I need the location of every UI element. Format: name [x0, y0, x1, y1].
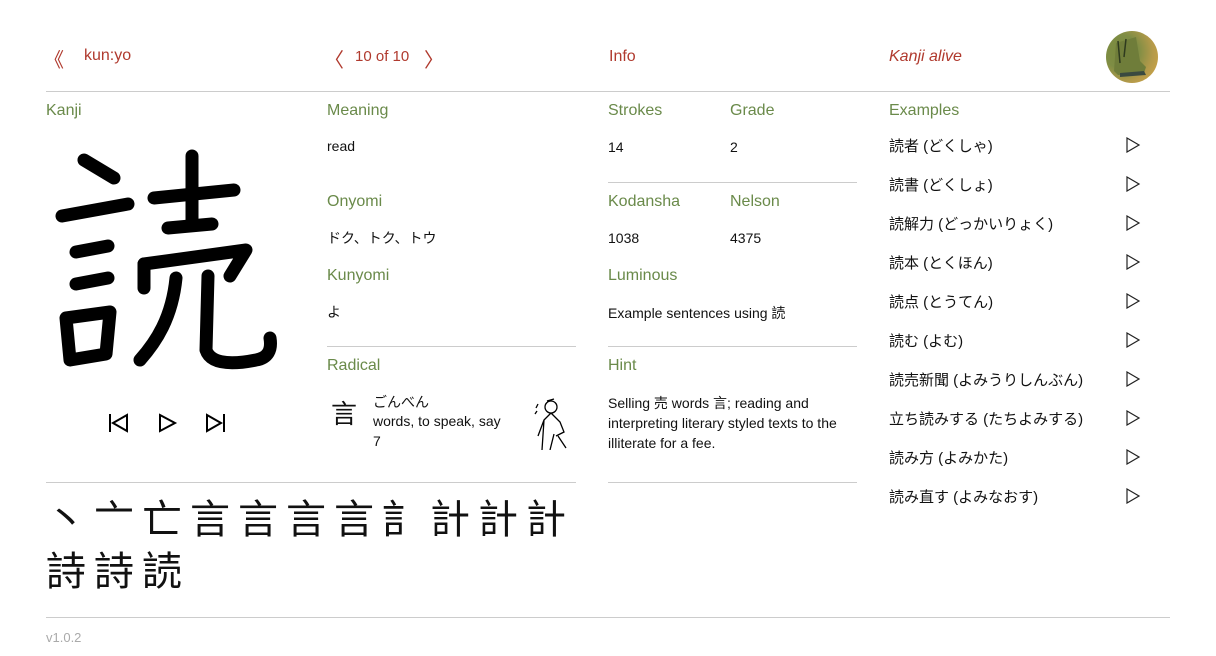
radical-label: Radical: [327, 357, 381, 374]
pager: 10 of 10: [355, 48, 410, 65]
example-text: 読本 (とくほん): [889, 255, 993, 272]
kodansha-label: Kodansha: [608, 193, 681, 210]
play-audio-icon[interactable]: [1125, 137, 1141, 153]
example-text: 読む (よむ): [889, 333, 964, 350]
luminous-link[interactable]: Example sentences using 読: [608, 303, 785, 323]
double-chevron-left-icon: 《: [44, 50, 64, 72]
back-button[interactable]: 《: [44, 44, 64, 73]
kodansha-value: 1038: [608, 230, 640, 246]
play-audio-icon[interactable]: [1125, 254, 1141, 270]
kanji-strokes: [55, 149, 277, 370]
nelson-value: 4375: [730, 230, 762, 246]
radical-mnemonic-figure: [534, 398, 567, 451]
stroke-frame: 読: [142, 549, 190, 595]
kanji-animation: [50, 128, 300, 378]
stroke-frame: 亡: [142, 497, 190, 543]
hint-label: Hint: [608, 357, 637, 374]
example-text: 読点 (とうてん): [889, 294, 994, 311]
stroke-frame: 詩: [94, 549, 142, 595]
prev-button[interactable]: 〈: [324, 44, 344, 73]
footer-divider: [46, 617, 1170, 618]
example-item: 読み直す (よみなおす): [889, 486, 1149, 510]
play-audio-icon[interactable]: [1125, 293, 1141, 309]
example-text: 読売新聞 (よみうりしんぶん): [889, 372, 1084, 389]
onyomi-label: Onyomi: [327, 193, 383, 210]
avatar[interactable]: [1106, 31, 1158, 83]
header-divider: [46, 91, 1170, 92]
example-item: 読書 (どくしょ): [889, 174, 1149, 198]
reading-label: kun:yo: [84, 47, 132, 64]
kunyomi-value: よ: [327, 304, 341, 320]
info-tab[interactable]: Info: [609, 48, 636, 66]
stroke-frame: 計: [478, 497, 526, 543]
stroke-frame: 計: [430, 497, 478, 543]
kunyomi-label: Kunyomi: [327, 267, 390, 284]
strokes-label: Strokes: [608, 102, 663, 119]
play-audio-icon[interactable]: [1125, 488, 1141, 504]
grade-label: Grade: [730, 102, 775, 119]
radical-divider: [327, 346, 576, 347]
play-audio-icon[interactable]: [1125, 332, 1141, 348]
kanji-label: Kanji: [46, 102, 82, 119]
play-audio-icon[interactable]: [1125, 449, 1141, 465]
example-text: 読み直す (よみなおす): [889, 489, 1039, 506]
play-audio-icon[interactable]: [1125, 371, 1141, 387]
radical-image: [530, 396, 570, 451]
example-item: 読む (よむ): [889, 330, 1149, 354]
play-audio-icon[interactable]: [1125, 215, 1141, 231]
example-text: 読書 (どくしょ): [889, 177, 993, 194]
example-item: 読売新聞 (よみうりしんぶん): [889, 369, 1149, 393]
example-text: 立ち読みする (たちよみする): [889, 411, 1084, 428]
onyomi-value: ドク、トク、トウ: [327, 230, 437, 246]
examples-label: Examples: [889, 102, 960, 119]
stroke-frame: 言: [190, 497, 238, 543]
meaning-label: Meaning: [327, 102, 389, 119]
example-text: 読者 (どくしゃ): [889, 138, 993, 155]
radical-character: 言: [331, 399, 358, 429]
stroke-order-sequence: 丶亠亡言言言言訁計計計詩詩読: [46, 494, 586, 598]
avatar-image: [1114, 37, 1146, 77]
meaning-value: read: [327, 138, 356, 154]
luminous-label: Luminous: [608, 267, 678, 284]
skip-forward-icon[interactable]: [204, 412, 226, 434]
radical-strokes: 7: [373, 433, 381, 449]
stroke-order-divider: [46, 482, 576, 483]
chevron-left-icon: 〈: [324, 50, 344, 72]
example-item: 読者 (どくしゃ): [889, 135, 1149, 159]
play-audio-icon[interactable]: [1125, 410, 1141, 426]
example-item: 立ち読みする (たちよみする): [889, 408, 1149, 432]
example-item: 読本 (とくほん): [889, 252, 1149, 276]
info-divider-3: [608, 482, 857, 483]
strokes-value: 14: [608, 139, 624, 155]
stroke-frame: 丶: [46, 497, 94, 543]
animation-controls: [108, 412, 226, 434]
example-item: 読み方 (よみかた): [889, 447, 1149, 471]
stroke-frame: 計: [526, 497, 574, 543]
example-item: 読点 (とうてん): [889, 291, 1149, 315]
stroke-frame: 言: [334, 497, 382, 543]
hint-text: Selling 売 words 言; reading and interpret…: [608, 395, 837, 451]
version-label: v1.0.2: [46, 630, 82, 645]
nelson-label: Nelson: [730, 193, 780, 210]
next-button[interactable]: 〉: [424, 44, 444, 73]
stroke-frame: 言: [286, 497, 334, 543]
brand-title: Kanji alive: [889, 48, 962, 65]
example-text: 読解力 (どっかいりょく): [889, 216, 1054, 233]
info-divider-2: [608, 346, 857, 347]
radical-name: ごんべん: [373, 394, 429, 410]
grade-value: 2: [730, 139, 738, 155]
stroke-frame: 亠: [94, 497, 142, 543]
play-icon[interactable]: [156, 412, 178, 434]
chevron-right-icon: 〉: [424, 50, 444, 72]
play-audio-icon[interactable]: [1125, 176, 1141, 192]
example-item: 読解力 (どっかいりょく): [889, 213, 1149, 237]
example-text: 読み方 (よみかた): [889, 450, 1009, 467]
stroke-frame: 訁: [382, 497, 430, 543]
stroke-frame: 言: [238, 497, 286, 543]
stroke-frame: 詩: [46, 549, 94, 595]
skip-back-icon[interactable]: [108, 412, 130, 434]
info-divider-1: [608, 182, 857, 183]
radical-meaning: words, to speak, say: [373, 413, 501, 429]
